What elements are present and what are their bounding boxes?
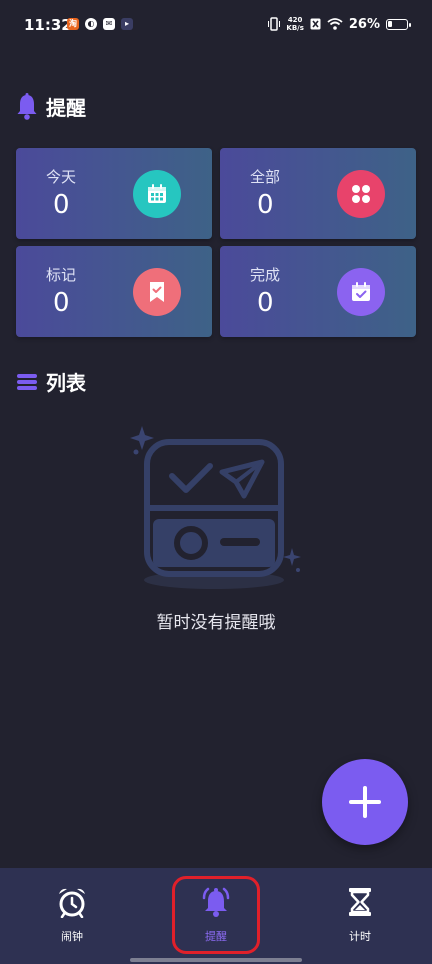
calendar-icon (133, 170, 181, 218)
battery-level (388, 20, 392, 27)
card-done[interactable]: 完成 0 (220, 246, 416, 337)
vibrate-icon (268, 17, 281, 31)
card-count: 0 (257, 190, 274, 220)
alarm-clock-icon (59, 888, 85, 919)
page-title: 提醒 (46, 96, 86, 120)
calendar-check-icon (337, 268, 385, 316)
battery-icon (386, 18, 411, 30)
card-label: 完成 (250, 266, 281, 284)
play-notification-icon: ▸ (121, 18, 133, 30)
bookmark-check-icon (133, 268, 181, 316)
card-count: 0 (53, 190, 70, 220)
app-screen: 11:32 淘 ◐ ✉ ▸ 420 KB/s 26% 提醒 今天 0 全部 0 … (0, 0, 432, 964)
status-right: 420 KB/s 26% (268, 16, 411, 32)
notification-icons: 淘 ◐ ✉ ▸ (67, 18, 133, 30)
network-speed: 420 KB/s (286, 16, 304, 32)
status-bar: 11:32 淘 ◐ ✉ ▸ 420 KB/s 26% (0, 0, 432, 52)
card-today[interactable]: 今天 0 (16, 148, 212, 239)
wifi-icon (327, 18, 343, 30)
list-section-title: 列表 (46, 371, 86, 395)
bell-icon (17, 92, 37, 120)
home-indicator[interactable] (130, 958, 302, 962)
nav-item-timer[interactable]: 计时 (315, 886, 405, 944)
battery-percent: 26% (348, 16, 380, 32)
plus-icon (349, 786, 381, 818)
hourglass-icon (349, 888, 371, 916)
status-time: 11:32 (24, 16, 72, 34)
list-section-header: 列表 (16, 367, 86, 396)
card-all[interactable]: 全部 0 (220, 148, 416, 239)
card-marked[interactable]: 标记 0 (16, 246, 212, 337)
add-reminder-button[interactable] (322, 759, 408, 845)
nav-item-alarm[interactable]: 闹钟 (27, 886, 117, 944)
nav-label: 计时 (349, 930, 371, 943)
nav-label: 闹钟 (61, 930, 83, 943)
card-count: 0 (53, 288, 70, 318)
app-notification-icon-2: ◐ (85, 18, 97, 30)
card-label: 今天 (46, 168, 77, 186)
empty-state-message: 暂时没有提醒哦 (156, 613, 276, 633)
empty-box-illustration (130, 426, 301, 589)
card-label: 标记 (46, 266, 77, 284)
active-tab-highlight (172, 876, 260, 954)
card-label: 全部 (250, 168, 281, 186)
mail-notification-icon: ✉ (103, 18, 115, 30)
grid-flower-icon (337, 170, 385, 218)
app-notification-icon: 淘 (67, 18, 79, 30)
card-count: 0 (257, 288, 274, 318)
no-sim-icon (310, 18, 321, 30)
page-header: 提醒 (16, 92, 86, 121)
list-icon (17, 373, 37, 390)
